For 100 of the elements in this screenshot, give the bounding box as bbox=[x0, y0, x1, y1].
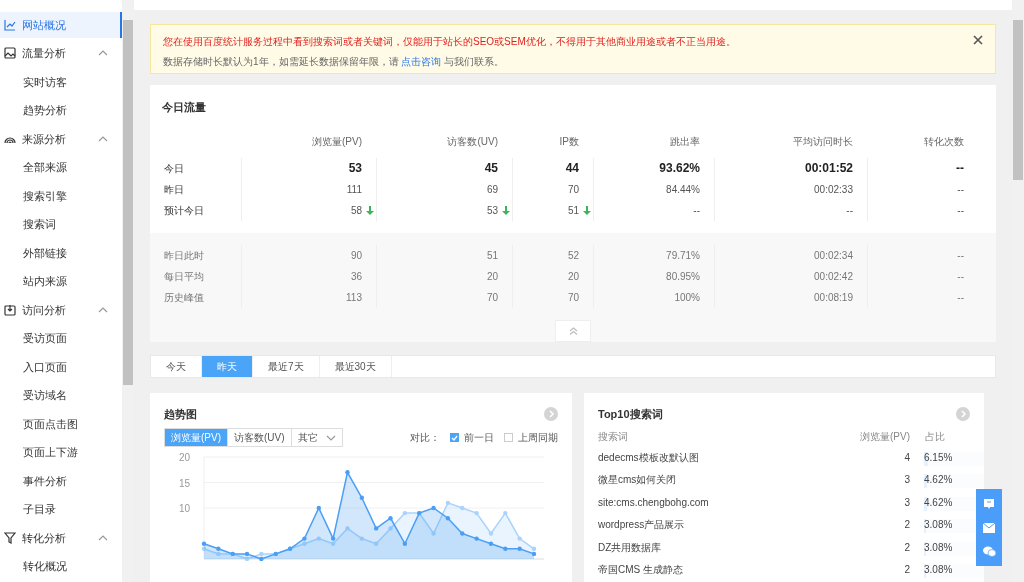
sidebar-subitem[interactable]: 受访域名 bbox=[0, 382, 122, 408]
checkbox-label[interactable]: 上周同期 bbox=[518, 430, 558, 445]
table-cell-text: 4 bbox=[903, 450, 910, 465]
table-cell-text: 36 bbox=[350, 269, 362, 284]
sidebar-subitem[interactable]: 全部来源 bbox=[0, 154, 122, 180]
row-label: 每日平均 bbox=[164, 269, 205, 284]
table-cell-text: 3.08% bbox=[924, 540, 953, 555]
column-header: 搜索词 bbox=[598, 429, 629, 444]
info-text: 数据存储时长默认为1年，如需延长数据保留年限，请 点击咨询 与我们联系。 bbox=[163, 55, 506, 69]
sidebar-subitem[interactable]: 站内来源 bbox=[0, 268, 122, 294]
axis-tick-label: 10 bbox=[178, 503, 190, 514]
sidebar-item[interactable]: 网站概况 bbox=[0, 12, 122, 38]
sidebar-subitem[interactable]: 事件分析 bbox=[0, 468, 122, 494]
sidebar-item[interactable]: 访问分析 bbox=[0, 297, 122, 323]
table-cell-text: 3 bbox=[903, 473, 910, 488]
table-cell-text: 69 bbox=[486, 182, 498, 197]
sidebar-subitem[interactable]: 页面上下游 bbox=[0, 439, 122, 465]
table-cell-text: 70 bbox=[567, 182, 579, 197]
column-header: 平均访问时长 bbox=[792, 134, 854, 149]
sidebar-subitem[interactable]: 实时访客 bbox=[0, 69, 122, 95]
column-header: 跳出率 bbox=[669, 134, 701, 149]
table-cell-text: 100% bbox=[674, 290, 700, 305]
table-cell-text: -- bbox=[956, 160, 964, 177]
compare-label: 对比： bbox=[410, 431, 440, 445]
table-cell-text: -- bbox=[957, 182, 964, 197]
table-cell-text: 4.62% bbox=[924, 495, 953, 510]
table-cell-text: 4.62% bbox=[924, 473, 953, 488]
sidebar-item[interactable]: 流量分析 bbox=[0, 40, 122, 66]
table-cell-text: 51 bbox=[567, 203, 579, 218]
table-cell-text: 93.62% bbox=[659, 160, 700, 177]
table-cell-text: 53 bbox=[348, 160, 362, 177]
sidebar-subitem[interactable]: 入口页面 bbox=[0, 354, 122, 380]
row-label: 今日 bbox=[164, 161, 185, 176]
sidebar-subitem[interactable]: 搜索词 bbox=[0, 211, 122, 237]
table-cell-text: dedecms模板改默认图 bbox=[598, 450, 700, 465]
column-header: IP数 bbox=[558, 134, 580, 149]
sidebar-item[interactable]: 来源分析 bbox=[0, 126, 122, 152]
sidebar-item[interactable]: 转化分析 bbox=[0, 525, 122, 551]
row-label: 历史峰值 bbox=[164, 290, 205, 305]
table-cell-text: 00:01:52 bbox=[804, 160, 853, 177]
column-header: 访客数(UV) bbox=[446, 134, 499, 149]
table-cell-text: 6.15% bbox=[924, 450, 953, 465]
table-cell-text: 00:02:33 bbox=[814, 182, 853, 197]
table-cell-text: 00:02:42 bbox=[814, 269, 853, 284]
card-title: 趋势图 bbox=[164, 406, 197, 422]
table-cell-text: 111 bbox=[346, 182, 362, 197]
column-header: 占比 bbox=[924, 429, 946, 444]
table-cell-text: 52 bbox=[567, 248, 579, 263]
table-cell-text: 53 bbox=[486, 203, 498, 218]
axis-tick-label: 15 bbox=[178, 477, 190, 489]
table-cell-text: 90 bbox=[350, 248, 362, 263]
card-title: Top10搜索词 bbox=[598, 406, 663, 422]
sidebar-subitem[interactable]: 趋势分析 bbox=[0, 97, 122, 123]
checkbox-label[interactable]: 前一日 bbox=[464, 430, 494, 445]
table-cell-text: 00:02:34 bbox=[814, 248, 853, 263]
table-cell-text: 79.71% bbox=[666, 248, 700, 263]
row-label: 昨日 bbox=[164, 182, 185, 197]
sidebar-subitem[interactable]: 子目录 bbox=[0, 496, 122, 522]
sidebar-subitem[interactable]: 搜索引擎 bbox=[0, 183, 122, 209]
table-cell-text: 20 bbox=[567, 269, 579, 284]
table-cell-text: site:cms.chengbohg.com bbox=[598, 495, 710, 510]
table-cell-text: -- bbox=[957, 269, 964, 284]
table-cell-text: 20 bbox=[486, 269, 498, 284]
sidebar-subitem[interactable]: 页面点击图 bbox=[0, 411, 122, 437]
sidebar-subitem[interactable]: 受访页面 bbox=[0, 325, 122, 351]
table-cell-text: 51 bbox=[486, 248, 498, 263]
table-cell-text: 84.44% bbox=[666, 182, 700, 197]
table-cell-text: 80.95% bbox=[666, 269, 700, 284]
row-label: 昨日此时 bbox=[164, 248, 205, 263]
table-cell-text: 58 bbox=[350, 203, 362, 218]
table-cell-text: 帝国CMS 生成静态 bbox=[598, 563, 684, 578]
table-cell-text: 44 bbox=[565, 160, 579, 177]
table-cell-text: 70 bbox=[567, 290, 579, 305]
sidebar-subitem[interactable]: 转化概况 bbox=[0, 553, 122, 579]
axis-tick-label: 20 bbox=[178, 452, 190, 463]
table-cell-text: 3.08% bbox=[924, 563, 953, 578]
table-cell-text: 113 bbox=[346, 290, 362, 305]
table-cell-text: 70 bbox=[486, 290, 498, 305]
table-cell-text: 2 bbox=[903, 540, 910, 555]
table-cell-text: wordpress产品展示 bbox=[598, 518, 686, 533]
table-cell-text: -- bbox=[693, 203, 700, 218]
column-header: 浏览量(PV) bbox=[311, 134, 363, 149]
table-cell-text: -- bbox=[957, 248, 964, 263]
table-cell-text: DZ共用数据库 bbox=[598, 540, 663, 555]
table-cell-text: -- bbox=[846, 203, 853, 218]
table-cell-text: 00:08:19 bbox=[814, 290, 853, 305]
table-cell-text: 微星cms如何关闭 bbox=[598, 473, 678, 488]
table-cell-text: 3 bbox=[903, 495, 910, 510]
table-cell-text: 2 bbox=[903, 518, 910, 533]
column-header: 转化次数 bbox=[923, 134, 965, 149]
card-title: 今日流量 bbox=[161, 100, 207, 115]
consult-link[interactable]: 点击咨询 bbox=[401, 56, 442, 67]
table-cell-text: -- bbox=[957, 290, 964, 305]
table-cell-text: 2 bbox=[903, 563, 910, 578]
table-cell-text: -- bbox=[957, 203, 964, 218]
column-header: 浏览量(PV) bbox=[859, 429, 910, 444]
warning-text: 您在使用百度统计服务过程中看到搜索词或者关键词，仅能用于站长的SEO或SEM优化，不得用于其他商业用途或者不正当用途。 bbox=[163, 35, 737, 49]
sidebar-subitem[interactable]: 外部链接 bbox=[0, 240, 122, 266]
table-cell-text: 3.08% bbox=[924, 518, 953, 533]
metric-dropdown[interactable]: 其它 bbox=[291, 429, 342, 446]
